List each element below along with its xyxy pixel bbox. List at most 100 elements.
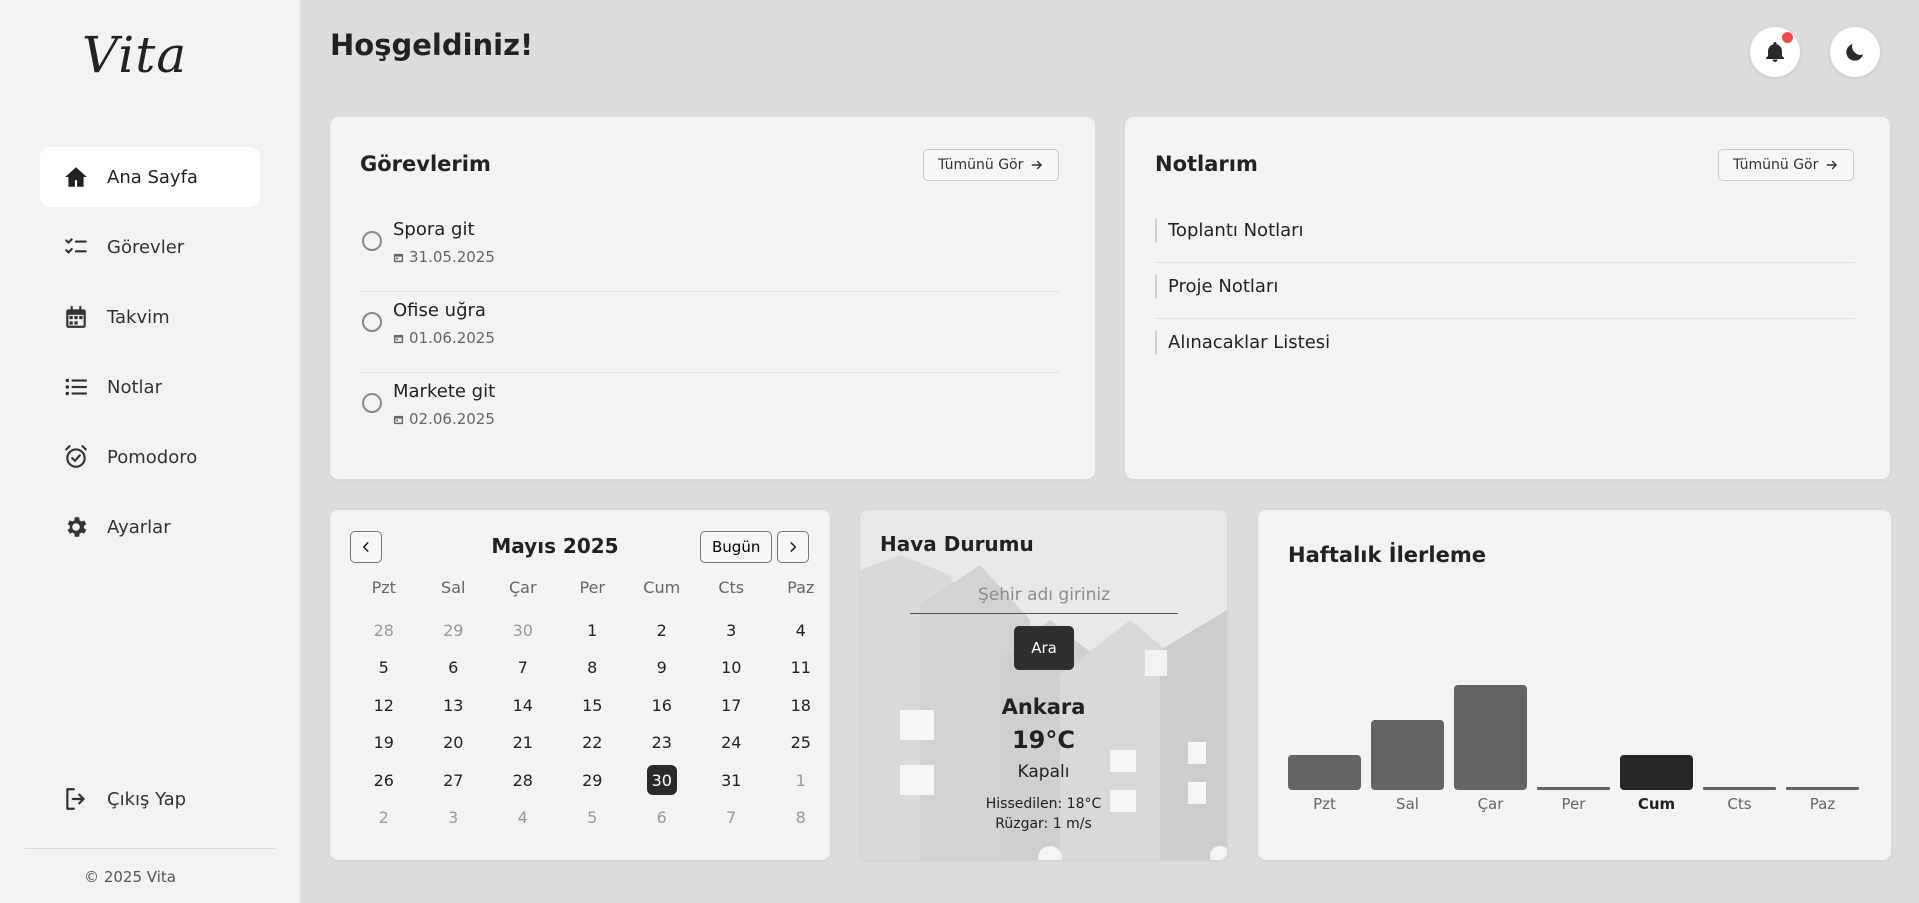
calendar-day-number: 9 [656, 658, 667, 678]
calendar-day[interactable]: 1 [766, 762, 836, 800]
calendar-day-number: 4 [517, 808, 528, 828]
calendar-day[interactable]: 16 [627, 687, 697, 725]
calendar-day-number: 29 [582, 770, 603, 790]
weekly-bar-label-6: Paz [1810, 795, 1836, 813]
task-item: Ofise uğra 01.06.2025 [360, 292, 1060, 373]
weekly-bar-4 [1620, 755, 1693, 790]
calendar-day[interactable]: 11 [766, 649, 836, 687]
calendar-day[interactable]: 24 [697, 724, 767, 762]
app-logo[interactable]: Vita [82, 26, 187, 84]
calendar-small-icon [393, 414, 404, 425]
gear-icon [62, 513, 90, 541]
calendar-day[interactable]: 28 [488, 762, 558, 800]
calendar-day-number: 4 [795, 620, 806, 640]
calendar-day-number: 5 [378, 658, 389, 678]
calendar-day[interactable]: 21 [488, 724, 558, 762]
calendar-day[interactable]: 5 [558, 799, 628, 837]
calendar-day-number: 25 [790, 733, 811, 753]
note-title: Alınacaklar Listesi [1168, 332, 1331, 353]
calendar-day[interactable]: 29 [419, 612, 489, 650]
calendar-day-number: 3 [448, 808, 459, 828]
calendar-day-number: 13 [443, 695, 464, 715]
weather-feels-like: Hissedilen: 18°C [985, 796, 1102, 812]
tasks-card: Görevlerim Tümünü Gör Spora git 31.05.20… [330, 117, 1095, 479]
calendar-grid: Pzt Sal Çar Per Cum Cts Paz 28 29 30 1 2 3 4 5 6 7 8 9 10 11… [349, 574, 815, 837]
task-checkbox[interactable] [362, 393, 382, 413]
calendar-day[interactable]: 13 [419, 687, 489, 725]
weekly-bar-0 [1288, 755, 1361, 790]
note-item[interactable]: Toplantı Notları [1155, 207, 1855, 263]
arrow-right-icon [1825, 158, 1839, 172]
calendar-day[interactable]: 4 [766, 612, 836, 650]
calendar-day-number: 16 [651, 695, 672, 715]
sidebar-item-settings[interactable]: Ayarlar [40, 497, 260, 557]
calendar-day[interactable]: 1 [558, 612, 628, 650]
logout-button[interactable]: Çıkış Yap [40, 769, 260, 829]
task-date: 01.06.2025 [393, 329, 495, 347]
calendar-next-button[interactable] [777, 531, 809, 563]
calendar-weekday-header: Cum [643, 578, 681, 597]
calendar-day[interactable]: 9 [627, 649, 697, 687]
calendar-day[interactable]: 22 [558, 724, 628, 762]
note-title: Toplantı Notları [1168, 220, 1304, 241]
sidebar-divider [25, 848, 275, 849]
notifications-button[interactable] [1750, 27, 1800, 77]
calendar-day[interactable]: 5 [349, 649, 419, 687]
calendar-day[interactable]: 30 [488, 612, 558, 650]
calendar-day[interactable]: 17 [697, 687, 767, 725]
sidebar-item-home[interactable]: Ana Sayfa [40, 147, 260, 207]
calendar-day-number: 14 [512, 695, 533, 715]
calendar-day[interactable]: 3 [419, 799, 489, 837]
calendar-day[interactable]: 10 [697, 649, 767, 687]
calendar-day-selected[interactable]: 30 [627, 762, 697, 800]
calendar-day[interactable]: 3 [697, 612, 767, 650]
task-list: Spora git 31.05.2025 Ofise uğra 01.06.20… [330, 211, 1095, 461]
calendar-day[interactable]: 18 [766, 687, 836, 725]
notes-see-all-button[interactable]: Tümünü Gör [1718, 149, 1855, 181]
tasks-see-all-button[interactable]: Tümünü Gör [923, 149, 1060, 181]
sidebar-item-pomodoro[interactable]: Pomodoro [40, 427, 260, 487]
task-checkbox[interactable] [362, 231, 382, 251]
home-icon [62, 163, 90, 191]
calendar-day[interactable]: 6 [627, 799, 697, 837]
calendar-day[interactable]: 2 [349, 799, 419, 837]
sidebar-item-label: Pomodoro [107, 446, 198, 468]
calendar-day[interactable]: 4 [488, 799, 558, 837]
moon-icon [1843, 40, 1867, 64]
calendar-day[interactable]: 31 [697, 762, 767, 800]
sidebar-item-calendar[interactable]: Takvim [40, 287, 260, 347]
calendar-day[interactable]: 14 [488, 687, 558, 725]
weather-wind: Rüzgar: 1 m/s [995, 816, 1092, 832]
calendar-day[interactable]: 19 [349, 724, 419, 762]
sidebar-item-label: Takvim [107, 306, 170, 328]
note-item[interactable]: Proje Notları [1155, 263, 1855, 319]
note-item[interactable]: Alınacaklar Listesi [1155, 319, 1855, 375]
sidebar-item-notes[interactable]: Notlar [40, 357, 260, 417]
calendar-day[interactable]: 12 [349, 687, 419, 725]
calendar-day[interactable]: 7 [697, 799, 767, 837]
calendar-day[interactable]: 20 [419, 724, 489, 762]
calendar-day[interactable]: 15 [558, 687, 628, 725]
weather-search-button[interactable]: Ara [1014, 626, 1074, 670]
calendar-day[interactable]: 27 [419, 762, 489, 800]
note-title: Proje Notları [1168, 276, 1279, 297]
checklist-icon [62, 233, 90, 261]
sidebar-item-tasks[interactable]: Görevler [40, 217, 260, 277]
calendar-day[interactable]: 26 [349, 762, 419, 800]
weather-city: Ankara [1001, 695, 1086, 719]
calendar-day[interactable]: 6 [419, 649, 489, 687]
calendar-weekday-header: Çar [508, 578, 537, 597]
calendar-day[interactable]: 2 [627, 612, 697, 650]
calendar-day[interactable]: 8 [558, 649, 628, 687]
calendar-day[interactable]: 29 [558, 762, 628, 800]
calendar-day[interactable]: 28 [349, 612, 419, 650]
theme-toggle-button[interactable] [1830, 27, 1880, 77]
task-checkbox[interactable] [362, 312, 382, 332]
calendar-small-icon [393, 333, 404, 344]
calendar-day[interactable]: 25 [766, 724, 836, 762]
calendar-day[interactable]: 7 [488, 649, 558, 687]
calendar-today-button[interactable]: Bugün [700, 531, 773, 563]
calendar-day[interactable]: 23 [627, 724, 697, 762]
calendar-day[interactable]: 8 [766, 799, 836, 837]
city-search-input[interactable] [910, 576, 1178, 614]
